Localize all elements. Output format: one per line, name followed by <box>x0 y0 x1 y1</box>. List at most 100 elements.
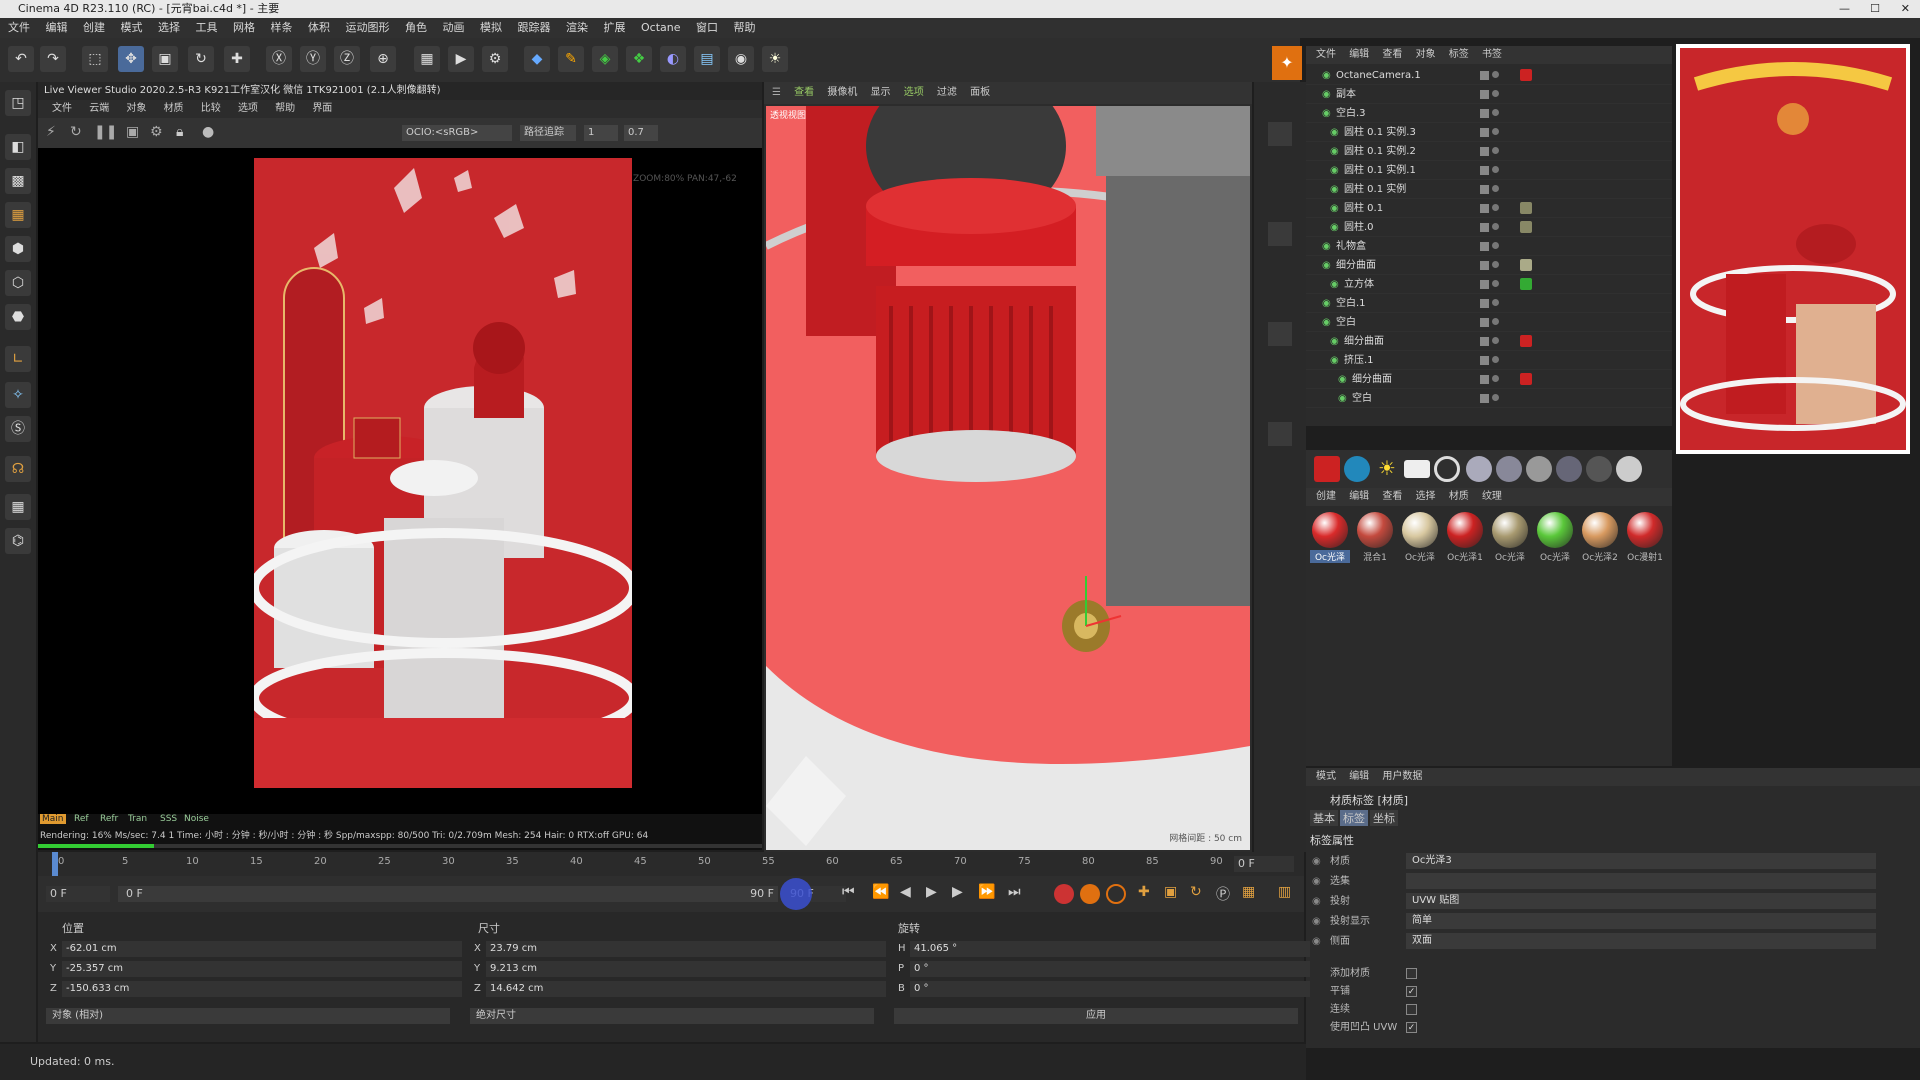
material-swatch[interactable]: Oc光泽 <box>1310 512 1350 564</box>
om-menu-edit[interactable]: 编辑 <box>1349 49 1369 60</box>
coord-field[interactable]: 41.065 ° <box>910 941 1310 957</box>
menu-mograph[interactable]: 运动图形 <box>346 21 390 34</box>
visibility-dot-icon[interactable] <box>1492 109 1499 116</box>
material-tag-icon[interactable] <box>1520 221 1532 233</box>
checkbox[interactable]: ✓ <box>1406 1022 1417 1033</box>
layer-icon[interactable] <box>1480 261 1489 270</box>
size-mode-select[interactable]: 绝对尺寸 <box>470 1008 874 1024</box>
om-menu-tags[interactable]: 标签 <box>1449 49 1469 60</box>
attr-menu-userdata[interactable]: 用户数据 <box>1382 771 1422 782</box>
material-swatch[interactable]: Oc光泽 <box>1400 512 1440 564</box>
scale-icon[interactable]: ▣ <box>152 46 178 72</box>
octane-glossy-icon[interactable] <box>1466 456 1492 482</box>
material-tag-icon[interactable] <box>1520 69 1532 81</box>
menu-volume[interactable]: 体积 <box>308 21 330 34</box>
checkbox[interactable]: ✓ <box>1406 986 1417 997</box>
subdivision-icon[interactable]: ◈ <box>592 46 618 72</box>
attr-value[interactable]: 双面 <box>1406 933 1876 949</box>
animate-dot-icon[interactable]: ◉ <box>1312 872 1321 891</box>
autokey-icon[interactable] <box>1080 884 1100 904</box>
key-pla-icon[interactable]: ▦ <box>1242 884 1255 900</box>
lv-menu-objects[interactable]: 对象 <box>126 103 146 114</box>
visibility-dot-icon[interactable] <box>1492 299 1499 306</box>
magnet-icon[interactable]: ☊ <box>5 456 31 482</box>
mat-menu-select[interactable]: 选择 <box>1416 491 1436 502</box>
channel-refr[interactable]: Refr <box>100 814 118 824</box>
menu-mode[interactable]: 模式 <box>121 21 143 34</box>
vp-menu-display[interactable]: 显示 <box>871 87 891 98</box>
visibility-dot-icon[interactable] <box>1492 185 1499 192</box>
attr-value[interactable]: Oc光泽3 <box>1406 853 1876 869</box>
object-row[interactable]: ◉ 空白.1 <box>1306 294 1672 313</box>
goto-end-icon[interactable]: ⏭ <box>1008 884 1021 900</box>
om-menu-object[interactable]: 对象 <box>1416 49 1436 60</box>
visibility-dot-icon[interactable] <box>1492 375 1499 382</box>
mat-menu-edit[interactable]: 编辑 <box>1349 491 1369 502</box>
pen-icon[interactable]: ✎ <box>558 46 584 72</box>
mat-menu-create[interactable]: 创建 <box>1316 491 1336 502</box>
vp-menu-view[interactable]: 查看 <box>794 87 814 98</box>
layer-icon[interactable] <box>1480 242 1489 251</box>
visibility-dot-icon[interactable] <box>1492 242 1499 249</box>
octane-portal-icon[interactable] <box>1586 456 1612 482</box>
menu-animate[interactable]: 动画 <box>443 21 465 34</box>
lv-region-icon[interactable]: ▣ <box>126 124 139 140</box>
menu-spline[interactable]: 样条 <box>271 21 293 34</box>
layer-icon[interactable] <box>1480 128 1489 137</box>
strip-tool-3-icon[interactable] <box>1268 322 1292 346</box>
visibility-dot-icon[interactable] <box>1492 166 1499 173</box>
rotate-icon[interactable]: ↻ <box>188 46 214 72</box>
viewport-canvas[interactable]: 透视视图 网格间距 : 50 cm <box>766 106 1250 850</box>
paint-icon[interactable]: ⌬ <box>5 528 31 554</box>
animate-dot-icon[interactable]: ◉ <box>1312 852 1321 871</box>
object-row[interactable]: ◉ 圆柱.0 <box>1306 218 1672 237</box>
visibility-dot-icon[interactable] <box>1492 147 1499 154</box>
x-axis-icon[interactable]: Ⓧ <box>266 46 292 72</box>
render-view-icon[interactable]: ▦ <box>414 46 440 72</box>
checkbox[interactable] <box>1406 1004 1417 1015</box>
ocio-select[interactable]: OCIO:<sRGB> <box>402 125 512 141</box>
octane-diffuse-icon[interactable] <box>1616 456 1642 482</box>
menu-help[interactable]: 帮助 <box>734 21 756 34</box>
maximize-button[interactable]: ☐ <box>1870 0 1880 18</box>
key-param-icon[interactable]: Ⓟ <box>1216 884 1230 904</box>
grid-icon[interactable]: ▦ <box>5 494 31 520</box>
lv-lock-icon[interactable]: 🔒︎ <box>176 124 183 140</box>
om-menu-view[interactable]: 查看 <box>1382 49 1402 60</box>
lv-menu-materials[interactable]: 材质 <box>164 103 184 114</box>
layer-icon[interactable] <box>1480 356 1489 365</box>
coord-field[interactable]: -25.357 cm <box>62 961 462 977</box>
channel-noise[interactable]: Noise <box>184 814 209 824</box>
menu-tools[interactable]: 工具 <box>196 21 218 34</box>
tab-basic[interactable]: 基本 <box>1310 810 1338 826</box>
timeline[interactable]: 0 5 10 15 20 25 30 35 40 45 50 55 60 65 70 75 80 85 90 0 F <box>38 852 1304 876</box>
apply-button[interactable]: 应用 <box>894 1008 1298 1024</box>
octane-logo-icon[interactable]: ✦ <box>1272 46 1302 80</box>
visibility-dot-icon[interactable] <box>1492 280 1499 287</box>
object-row[interactable]: ◉ 挤压.1 <box>1306 351 1672 370</box>
attr-menu-edit[interactable]: 编辑 <box>1349 771 1369 782</box>
keyframe-selection-icon[interactable] <box>1106 884 1126 904</box>
layer-icon[interactable] <box>1480 223 1489 232</box>
visibility-dot-icon[interactable] <box>1492 261 1499 268</box>
transform-icon[interactable]: ✚ <box>224 46 250 72</box>
layer-icon[interactable] <box>1480 280 1489 289</box>
lv-menu-options[interactable]: 选项 <box>238 103 258 114</box>
object-row[interactable]: ◉ 圆柱 0.1 <box>1306 199 1672 218</box>
octane-env-icon[interactable] <box>1344 456 1370 482</box>
key-rotation-icon[interactable]: ↻ <box>1190 884 1202 900</box>
coord-field[interactable]: 0 ° <box>910 961 1310 977</box>
floor-icon[interactable]: ▤ <box>694 46 720 72</box>
attr-value[interactable]: 简单 <box>1406 913 1876 929</box>
visibility-dot-icon[interactable] <box>1492 318 1499 325</box>
visibility-dot-icon[interactable] <box>1492 90 1499 97</box>
key-scale-icon[interactable]: ▣ <box>1164 884 1177 900</box>
menu-file[interactable]: 文件 <box>8 21 30 34</box>
material-tag-icon[interactable] <box>1520 373 1532 385</box>
animate-dot-icon[interactable]: ◉ <box>1312 892 1321 911</box>
lv-menu-cloud[interactable]: 云端 <box>89 103 109 114</box>
snap-icon[interactable]: Ⓢ <box>5 416 31 442</box>
material-tag-icon[interactable] <box>1520 259 1532 271</box>
vp-menu-filter[interactable]: 过滤 <box>937 87 957 98</box>
play-icon[interactable]: ▶ <box>926 884 937 900</box>
